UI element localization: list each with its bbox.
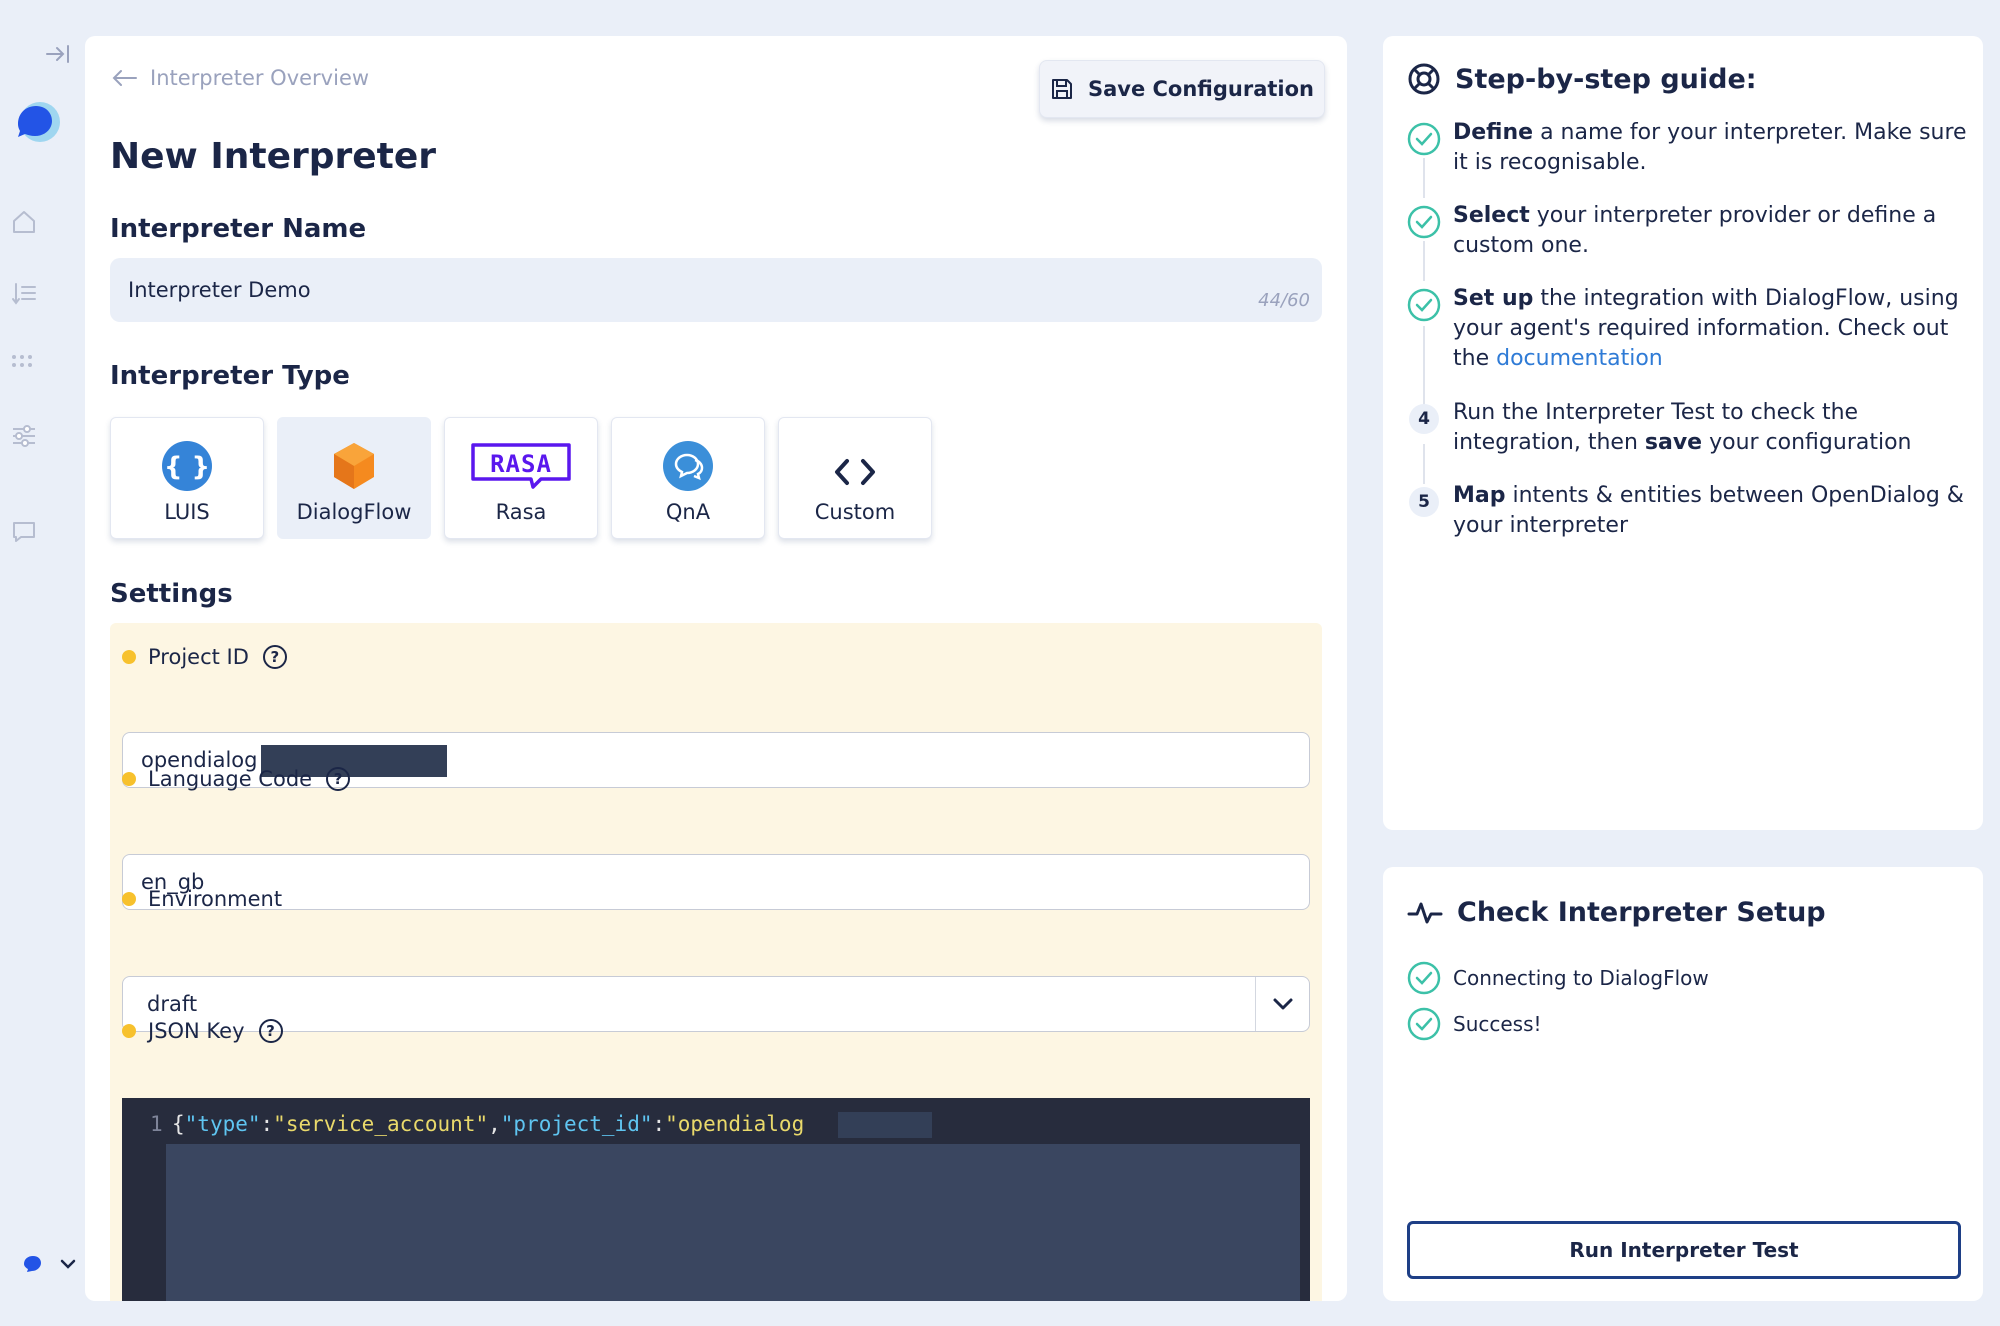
check-item: Success! <box>1407 1007 1542 1041</box>
project-id-label: Project ID <box>148 645 249 669</box>
rasa-logo-icon: RASA <box>471 440 571 492</box>
character-counter: 44/60 <box>1258 290 1310 311</box>
code-brackets-icon <box>827 446 883 498</box>
help-icon[interactable]: ? <box>262 645 287 669</box>
apps-grid-icon[interactable] <box>10 350 38 378</box>
type-option-custom[interactable]: Custom <box>778 417 932 539</box>
list-icon[interactable] <box>10 280 38 308</box>
check-circle-icon <box>1407 205 1441 239</box>
check-item-label: Success! <box>1453 1012 1542 1036</box>
documentation-link[interactable]: documentation <box>1496 346 1663 371</box>
step-number-badge: 5 <box>1407 485 1441 519</box>
save-configuration-label: Save Configuration <box>1087 77 1315 101</box>
guide-step-text: Map intents & entities between OpenDialo… <box>1453 483 1964 538</box>
check-circle-icon <box>1407 961 1441 995</box>
type-label: QnA <box>665 500 711 524</box>
lifebuoy-icon <box>1408 63 1440 95</box>
account-menu[interactable] <box>18 1250 78 1278</box>
sliders-icon[interactable] <box>10 422 38 450</box>
check-circle-icon <box>1407 288 1441 322</box>
help-icon[interactable]: ? <box>326 767 351 791</box>
svg-text:{ }: { } <box>164 452 210 482</box>
step-connector <box>1423 158 1425 198</box>
check-item-label: Connecting to DialogFlow <box>1453 966 1709 990</box>
help-icon[interactable]: ? <box>258 1019 283 1043</box>
main-panel: Interpreter Overview Save Configuration … <box>85 36 1347 1301</box>
chat-icon[interactable] <box>10 518 38 546</box>
redacted-block <box>838 1112 932 1138</box>
run-interpreter-test-button[interactable]: Run Interpreter Test <box>1407 1221 1961 1279</box>
guide-step-text: Define a name for your interpreter. Make… <box>1453 120 1967 175</box>
check-item: Connecting to DialogFlow <box>1407 961 1709 995</box>
back-link[interactable]: Interpreter Overview <box>110 66 369 90</box>
floppy-disk-icon <box>1051 79 1072 99</box>
settings-panel: Project ID ? opendialog Language Code ? … <box>110 623 1322 1301</box>
guide-step-text: Set up the integration with DialogFlow, … <box>1453 286 1959 371</box>
type-option-rasa[interactable]: RASA Rasa <box>444 417 598 539</box>
type-label: Custom <box>814 500 896 524</box>
expand-sidebar-icon[interactable] <box>44 40 72 68</box>
step-guide-panel: Step-by-step guide: Define a name for yo… <box>1383 36 1983 830</box>
type-label: Rasa <box>495 500 547 524</box>
braces-icon: { } <box>159 440 215 492</box>
guide-title-row: Step-by-step guide: <box>1407 62 1757 96</box>
arrow-left-icon <box>112 70 137 86</box>
qna-chat-icon <box>660 440 716 492</box>
save-configuration-button[interactable]: Save Configuration <box>1039 60 1325 118</box>
back-link-label: Interpreter Overview <box>150 66 370 90</box>
redacted-block <box>166 1144 1300 1301</box>
check-title-row: Check Interpreter Setup <box>1407 897 1826 928</box>
project-id-label-row: Project ID ? <box>122 645 287 669</box>
json-key-label-row: JSON Key ? <box>122 1019 283 1043</box>
line-number: 1 <box>150 1112 163 1136</box>
required-dot <box>122 772 136 786</box>
interpreter-name-heading: Interpreter Name <box>110 214 367 244</box>
language-code-label: Language Code <box>148 767 313 791</box>
guide-step-text: Run the Interpreter Test to check the in… <box>1453 400 1912 455</box>
activity-pulse-icon <box>1407 902 1443 923</box>
json-key-label: JSON Key <box>148 1019 245 1043</box>
required-dot <box>122 650 136 664</box>
check-setup-panel: Check Interpreter Setup Connecting to Di… <box>1383 867 1983 1301</box>
environment-select[interactable]: draft <box>122 976 1310 1032</box>
svg-text:RASA: RASA <box>490 450 552 478</box>
required-dot <box>122 1024 136 1038</box>
interpreter-type-options: { } LUIS DialogFlow RASA Rasa QnA Custom <box>110 417 932 539</box>
required-dot <box>122 892 136 906</box>
check-title: Check Interpreter Setup <box>1457 897 1826 928</box>
dialogflow-cube-icon <box>326 440 382 492</box>
opendialog-logo[interactable] <box>8 96 62 150</box>
json-key-editor[interactable]: 1 {"type":"service_account","project_id"… <box>122 1098 1310 1301</box>
interpreter-name-value: Interpreter Demo <box>128 278 311 302</box>
type-option-luis[interactable]: { } LUIS <box>110 417 264 539</box>
left-rail <box>0 0 80 1326</box>
code-line: {"type":"service_account","project_id":"… <box>172 1112 915 1136</box>
interpreter-name-input[interactable]: Interpreter Demo 44/60 <box>110 258 1322 322</box>
type-label: LUIS <box>164 500 210 524</box>
type-label: DialogFlow <box>296 500 412 524</box>
step-connector <box>1423 444 1425 484</box>
type-option-qna[interactable]: QnA <box>611 417 765 539</box>
guide-step-text: Select your interpreter provider or defi… <box>1453 203 1937 258</box>
interpreter-type-heading: Interpreter Type <box>110 361 350 391</box>
language-code-label-row: Language Code ? <box>122 767 351 791</box>
check-circle-icon <box>1407 1007 1441 1041</box>
page-title: New Interpreter <box>110 136 437 177</box>
settings-heading: Settings <box>110 579 233 609</box>
environment-value: draft <box>147 992 198 1016</box>
environment-label: Environment <box>148 887 283 911</box>
language-code-input[interactable]: en_gb <box>122 854 1310 910</box>
type-option-dialogflow[interactable]: DialogFlow <box>277 417 431 539</box>
step-connector <box>1423 241 1425 281</box>
home-icon[interactable] <box>10 208 38 236</box>
chevron-down-icon[interactable] <box>1255 977 1309 1031</box>
check-circle-icon <box>1407 122 1441 156</box>
environment-label-row: Environment <box>122 887 282 911</box>
step-number-badge: 4 <box>1407 402 1441 436</box>
guide-title: Step-by-step guide: <box>1455 63 1757 95</box>
